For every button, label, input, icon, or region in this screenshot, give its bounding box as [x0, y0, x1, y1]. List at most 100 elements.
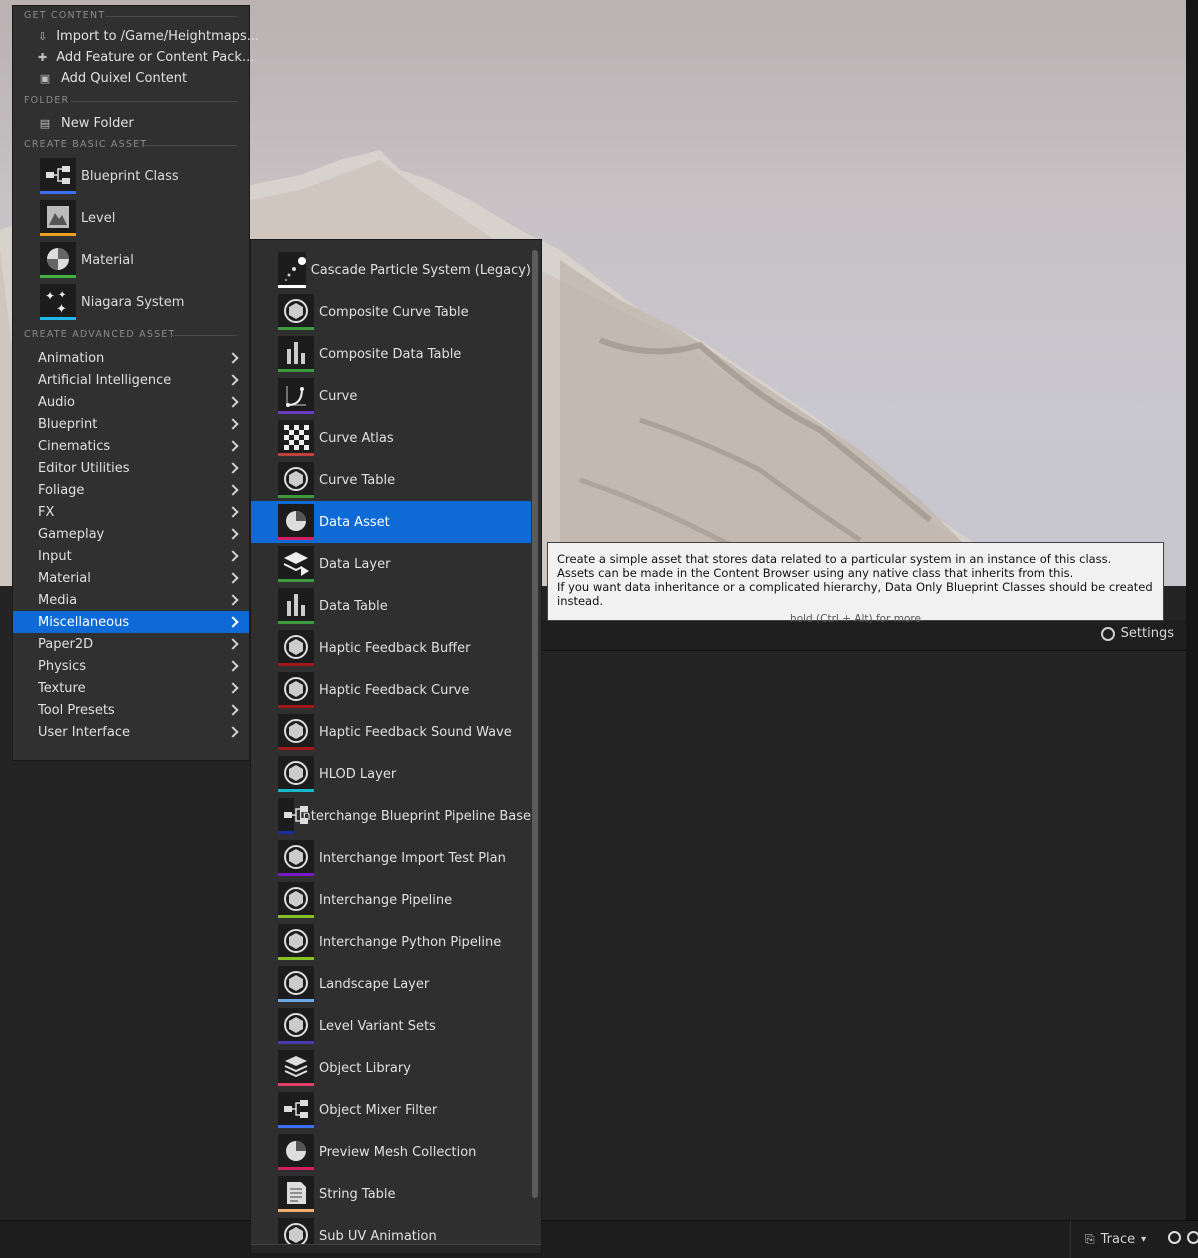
- category-label: User Interface: [38, 724, 130, 740]
- chevron-right-icon: [227, 726, 239, 738]
- layers-icon: [278, 546, 314, 582]
- chevron-right-icon: [227, 682, 239, 694]
- trace-icon: ⎘: [1085, 1232, 1095, 1246]
- category-material[interactable]: Material: [13, 567, 249, 589]
- menu-item-niagara-system[interactable]: ✦ ✦ ✦ Niagara System: [13, 281, 249, 323]
- submenu-item-curve-atlas[interactable]: Curve Atlas: [251, 417, 531, 459]
- category-label: Miscellaneous: [38, 614, 130, 630]
- submenu-item-label: Cascade Particle System (Legacy): [310, 262, 531, 278]
- submenu-item-object-library[interactable]: Object Library: [251, 1047, 531, 1089]
- submenu-item-string-table[interactable]: String Table: [251, 1173, 531, 1215]
- add-asset-menu: GET CONTENT ⇩ Import to /Game/Heightmaps…: [12, 5, 259, 761]
- menu-item-blueprint-class[interactable]: Blueprint Class: [13, 155, 249, 197]
- submenu-item-data-asset[interactable]: Data Asset: [251, 501, 531, 543]
- submenu-item-interchange-blueprint-pipeline-base[interactable]: Interchange Blueprint Pipeline Base: [251, 795, 531, 837]
- sphere-icon: [278, 462, 314, 498]
- category-label: Foliage: [38, 482, 85, 498]
- category-texture[interactable]: Texture: [13, 677, 249, 699]
- right-edge-panel: [1186, 0, 1198, 1257]
- settings-label: Settings: [1120, 626, 1174, 641]
- tooltip-line: If you want data inheritance or a compli…: [557, 580, 1153, 608]
- chevron-right-icon: [227, 528, 239, 540]
- submenu-item-object-mixer-filter[interactable]: Object Mixer Filter: [251, 1089, 531, 1131]
- category-editor-utilities[interactable]: Editor Utilities: [13, 457, 249, 479]
- submenu-item-label: Object Mixer Filter: [319, 1102, 438, 1118]
- category-gameplay[interactable]: Gameplay: [13, 523, 249, 545]
- sphere-icon: [278, 630, 314, 666]
- category-audio[interactable]: Audio: [13, 391, 249, 413]
- submenu-item-data-table[interactable]: Data Table: [251, 585, 531, 627]
- submenu-item-label: Curve Table: [319, 472, 396, 488]
- chevron-right-icon: [227, 352, 239, 364]
- category-paper2d[interactable]: Paper2D: [13, 633, 249, 655]
- submenu-item-landscape-layer[interactable]: Landscape Layer: [251, 963, 531, 1005]
- record-icon[interactable]: [1168, 1231, 1181, 1244]
- submenu-item-label: Haptic Feedback Curve: [319, 682, 470, 698]
- submenu-item-interchange-pipeline[interactable]: Interchange Pipeline: [251, 879, 531, 921]
- category-animation[interactable]: Animation: [13, 347, 249, 369]
- menu-item-material[interactable]: Material: [13, 239, 249, 281]
- submenu-item-preview-mesh-collection[interactable]: Preview Mesh Collection: [251, 1131, 531, 1173]
- category-media[interactable]: Media: [13, 589, 249, 611]
- submenu-item-label: Data Table: [319, 598, 388, 614]
- submenu-item-hlod-layer[interactable]: HLOD Layer: [251, 753, 531, 795]
- sphere-icon: [278, 294, 314, 330]
- submenu-item-label: Sub UV Animation: [319, 1228, 437, 1244]
- submenu-scrollbar[interactable]: [532, 250, 538, 1198]
- category-label: Tool Presets: [38, 702, 115, 718]
- particle-icon: [278, 252, 306, 288]
- submenu-item-label: Interchange Blueprint Pipeline Base: [298, 808, 531, 824]
- submenu-item-label: Object Library: [319, 1060, 411, 1076]
- chevron-right-icon: [227, 484, 239, 496]
- chevron-right-icon: [227, 616, 239, 628]
- trace-button[interactable]: ⎘ Trace ▾: [1070, 1221, 1146, 1258]
- submenu-item-cascade-particle-system-legacy[interactable]: Cascade Particle System (Legacy): [251, 249, 531, 291]
- advanced-category-list: Animation Artificial Intelligence Audio Blu…: [13, 347, 249, 743]
- menu-item-quixel[interactable]: ▣ Add Quixel Content: [13, 68, 249, 89]
- settings-small-icon[interactable]: [1187, 1231, 1198, 1244]
- menu-item-import[interactable]: ⇩ Import to /Game/Heightmaps...: [13, 26, 259, 47]
- category-user-interface[interactable]: User Interface: [13, 721, 249, 743]
- category-input[interactable]: Input: [13, 545, 249, 567]
- submenu-item-haptic-feedback-buffer[interactable]: Haptic Feedback Buffer: [251, 627, 531, 669]
- submenu-item-curve[interactable]: Curve: [251, 375, 531, 417]
- material-icon: [40, 242, 76, 278]
- category-miscellaneous[interactable]: Miscellaneous: [13, 611, 249, 633]
- niagara-icon: ✦ ✦ ✦: [40, 284, 76, 320]
- submenu-item-interchange-import-test-plan[interactable]: Interchange Import Test Plan: [251, 837, 531, 879]
- submenu-item-level-variant-sets[interactable]: Level Variant Sets: [251, 1005, 531, 1047]
- chevron-right-icon: [227, 638, 239, 650]
- submenu-item-haptic-feedback-curve[interactable]: Haptic Feedback Curve: [251, 669, 531, 711]
- submenu-item-haptic-feedback-sound-wave[interactable]: Haptic Feedback Sound Wave: [251, 711, 531, 753]
- submenu-item-label: Data Asset: [319, 514, 390, 530]
- category-fx[interactable]: FX: [13, 501, 249, 523]
- miscellaneous-submenu: Cascade Particle System (Legacy) Composit…: [250, 239, 542, 1254]
- tooltip-hint: hold (Ctrl + Alt) for more: [790, 613, 921, 625]
- submenu-item-data-layer[interactable]: Data Layer: [251, 543, 531, 585]
- menu-item-add-feature[interactable]: ✚ Add Feature or Content Pack...: [13, 47, 254, 68]
- pie-icon: [278, 504, 314, 540]
- category-blueprint[interactable]: Blueprint: [13, 413, 249, 435]
- section-get-content: GET CONTENT: [13, 6, 249, 26]
- sphere-icon: [278, 714, 314, 750]
- section-folder: FOLDER: [13, 91, 249, 111]
- category-tool-presets[interactable]: Tool Presets: [13, 699, 249, 721]
- sphere-icon: [278, 672, 314, 708]
- settings-button[interactable]: Settings: [1100, 626, 1174, 641]
- menu-item-new-folder[interactable]: ▤ New Folder: [13, 111, 249, 135]
- bars-icon: [278, 588, 314, 624]
- sphere-icon: [278, 924, 314, 960]
- category-foliage[interactable]: Foliage: [13, 479, 249, 501]
- sphere-icon: [278, 756, 314, 792]
- category-physics[interactable]: Physics: [13, 655, 249, 677]
- submenu-item-composite-curve-table[interactable]: Composite Curve Table: [251, 291, 531, 333]
- category-label: Media: [38, 592, 78, 608]
- category-cinematics[interactable]: Cinematics: [13, 435, 249, 457]
- submenu-item-interchange-python-pipeline[interactable]: Interchange Python Pipeline: [251, 921, 531, 963]
- category-artificial-intelligence[interactable]: Artificial Intelligence: [13, 369, 249, 391]
- submenu-item-list: Cascade Particle System (Legacy) Composit…: [251, 249, 531, 1253]
- submenu-item-composite-data-table[interactable]: Composite Data Table: [251, 333, 531, 375]
- menu-item-level[interactable]: Level: [13, 197, 249, 239]
- svg-text:✦: ✦: [58, 290, 66, 301]
- submenu-item-curve-table[interactable]: Curve Table: [251, 459, 531, 501]
